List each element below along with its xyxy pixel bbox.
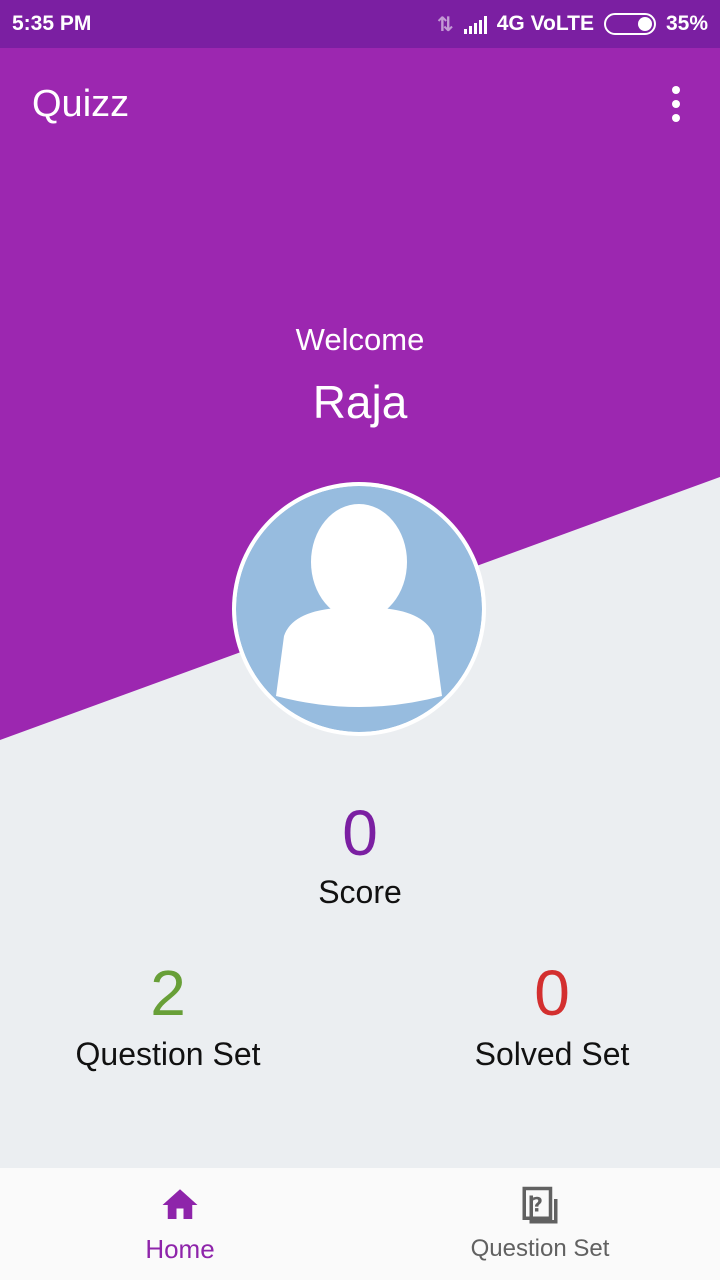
avatar[interactable]	[232, 482, 486, 736]
home-icon	[162, 1188, 198, 1219]
more-vert-icon[interactable]	[664, 78, 688, 130]
battery-icon	[603, 13, 656, 35]
signal-icon	[463, 14, 487, 34]
nav-question-set[interactable]: ? Question Set	[360, 1168, 720, 1280]
status-bar: 5:35 PM ⇅ 4G VoLTE 35%	[0, 0, 720, 48]
question-set-icon: ?	[522, 1186, 558, 1224]
score-value: 0	[342, 797, 378, 869]
username: Raja	[312, 376, 408, 428]
svg-text:?: ?	[532, 1193, 543, 1216]
solved-set-label: Solved Set	[474, 1036, 630, 1072]
status-icons: ⇅ 4G VoLTE 35%	[437, 12, 708, 37]
nav-question-set-label: Question Set	[470, 1235, 610, 1262]
welcome-text: Welcome	[295, 322, 425, 357]
question-set-label: Question Set	[75, 1036, 261, 1072]
battery-percent: 35%	[665, 12, 708, 35]
status-time: 5:35 PM	[12, 12, 92, 35]
score-label: Score	[318, 874, 402, 910]
app-toolbar: Quizz	[0, 48, 720, 160]
network-type: 4G VoLTE	[496, 12, 594, 35]
nav-home[interactable]: Home	[0, 1168, 360, 1280]
user-avatar-icon	[236, 486, 482, 732]
solved-set-value: 0	[534, 957, 570, 1029]
nav-home-label: Home	[145, 1233, 215, 1264]
question-set-value: 2	[150, 957, 186, 1029]
data-transfer-icon: ⇅	[436, 13, 454, 36]
bottom-navigation: Home ? Question Set	[0, 1168, 720, 1280]
app-title: Quizz	[32, 82, 130, 125]
